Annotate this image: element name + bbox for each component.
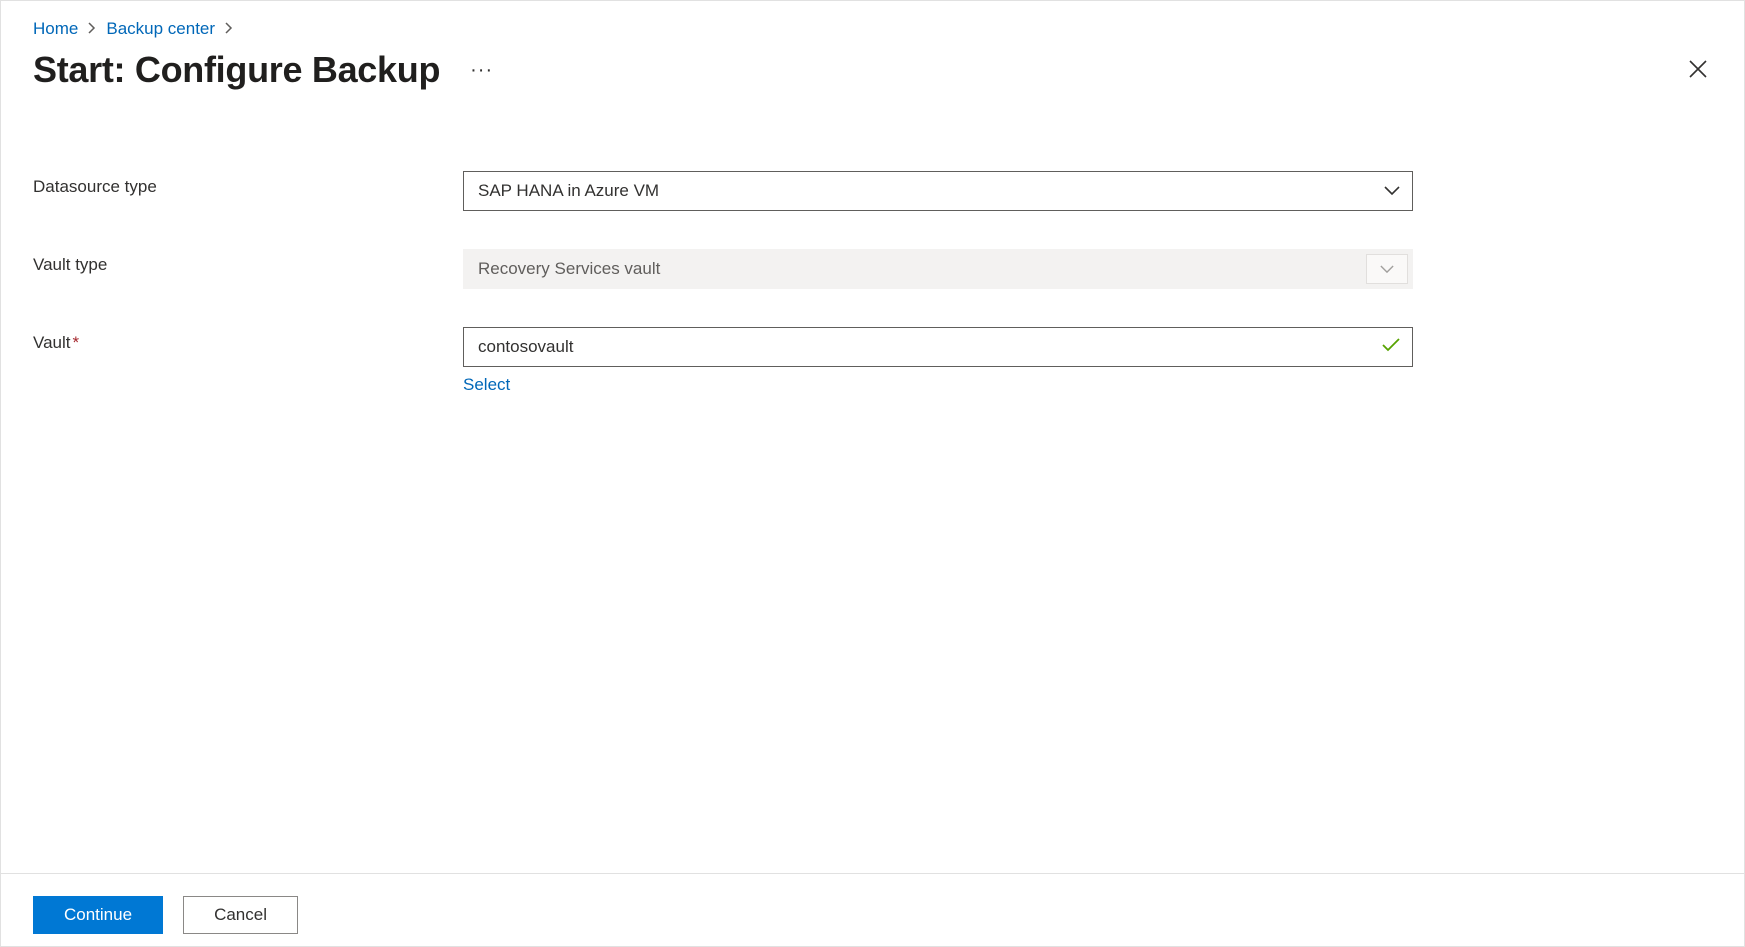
vault-type-value: Recovery Services vault <box>478 259 660 279</box>
chevron-down-icon <box>1366 254 1408 284</box>
close-icon <box>1688 59 1708 82</box>
continue-button[interactable]: Continue <box>33 896 163 934</box>
breadcrumb: Home Backup center <box>33 19 1712 39</box>
breadcrumb-home-link[interactable]: Home <box>33 19 78 39</box>
chevron-right-icon <box>88 21 96 37</box>
vault-input[interactable]: contosovault <box>463 327 1413 367</box>
vault-label: Vault* <box>33 327 463 353</box>
chevron-right-icon <box>225 21 233 37</box>
datasource-type-select[interactable]: SAP HANA in Azure VM <box>463 171 1413 211</box>
vault-value: contosovault <box>478 337 573 357</box>
footer-bar: Continue Cancel <box>1 873 1744 946</box>
cancel-button[interactable]: Cancel <box>183 896 298 934</box>
breadcrumb-backup-center-link[interactable]: Backup center <box>106 19 215 39</box>
vault-type-label: Vault type <box>33 249 463 275</box>
required-indicator: * <box>73 333 80 352</box>
datasource-type-label: Datasource type <box>33 171 463 197</box>
vault-type-select: Recovery Services vault <box>463 249 1413 289</box>
page-title: Start: Configure Backup <box>33 49 440 91</box>
chevron-down-icon <box>1384 186 1400 196</box>
more-actions-button[interactable]: ··· <box>464 55 499 86</box>
datasource-type-value: SAP HANA in Azure VM <box>478 181 659 201</box>
select-vault-link[interactable]: Select <box>463 375 510 395</box>
checkmark-icon <box>1382 337 1400 357</box>
close-button[interactable] <box>1680 52 1716 88</box>
